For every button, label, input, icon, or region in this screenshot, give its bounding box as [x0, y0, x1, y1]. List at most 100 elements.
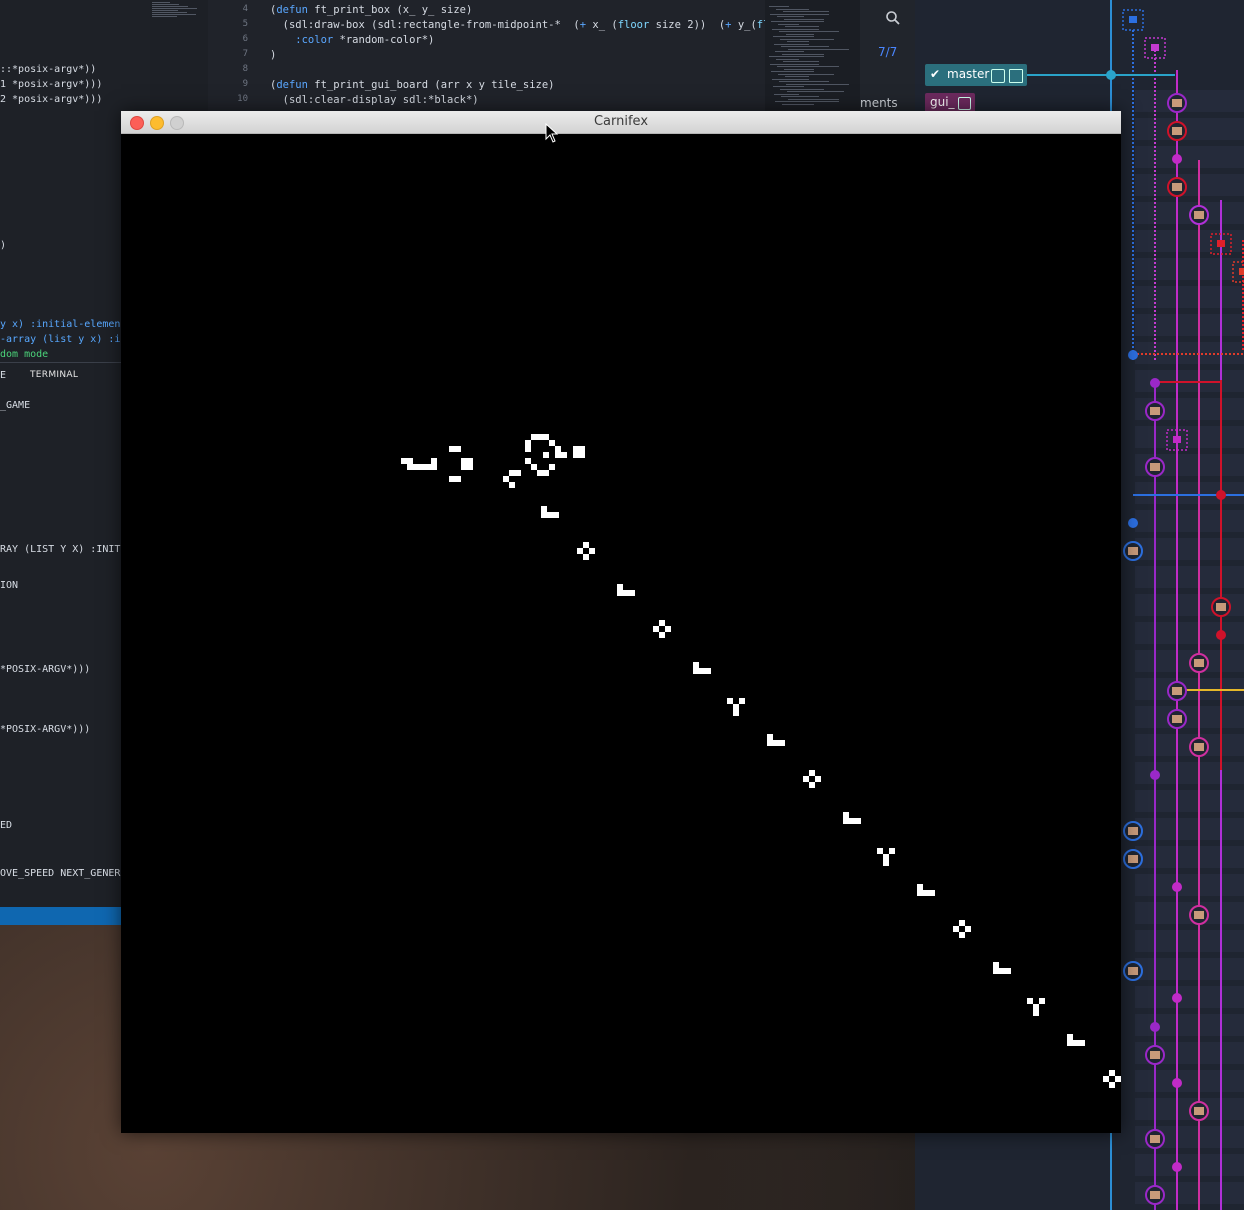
minimap-line: [776, 8, 809, 10]
code-line: (sdl:draw-box (sdl:rectangle-from-midpoi…: [270, 19, 765, 31]
minimap-line: [770, 63, 819, 65]
live-cell: [693, 668, 699, 674]
commit-dot: [1150, 770, 1160, 780]
commit-dot: [1172, 993, 1182, 1003]
carnifex-window[interactable]: Carnifex: [121, 111, 1121, 1133]
live-cell: [705, 668, 711, 674]
minimap-line: [777, 16, 804, 17]
live-cell: [733, 710, 739, 716]
minimap-line: [785, 76, 809, 77]
author-avatar-face: [1194, 211, 1204, 219]
minimap-line: [783, 11, 829, 12]
commit-row: [1135, 958, 1244, 980]
commit-row: [1135, 538, 1244, 560]
commit-dot: [1106, 70, 1116, 80]
live-cell: [515, 470, 521, 476]
author-avatar-face: [1150, 1051, 1160, 1059]
commit-row: [1135, 874, 1244, 896]
code-line: ): [270, 49, 277, 61]
window-titlebar[interactable]: Carnifex: [121, 111, 1121, 134]
terminal-line: ION: [0, 580, 19, 591]
mouse-cursor-icon: [545, 123, 559, 143]
commit-row: [1135, 258, 1244, 280]
commit-row: [1135, 818, 1244, 840]
live-cell: [543, 452, 549, 458]
live-cell: [455, 446, 461, 452]
live-cell: [431, 464, 437, 470]
minimap-line: [782, 53, 824, 55]
lock-icon: [1151, 44, 1159, 51]
commit-dot: [1150, 1022, 1160, 1032]
live-cell: [1109, 1082, 1115, 1088]
live-cell: [767, 740, 773, 746]
author-avatar-face: [1128, 827, 1138, 835]
editor-minimap-left: [150, 0, 208, 112]
live-cell: [467, 464, 473, 470]
live-cell: [1039, 998, 1045, 1004]
commit-row: [1135, 1154, 1244, 1176]
terminal-line: *POSIX-ARGV*))): [0, 724, 91, 735]
live-cell: [965, 926, 971, 932]
branch-name: master: [947, 67, 990, 81]
commit-dot: [1128, 518, 1138, 528]
minimap-line: [788, 98, 839, 100]
live-cell: [883, 860, 889, 866]
live-cell: [543, 470, 549, 476]
terminal-line: ::*posix-argv*)): [0, 64, 97, 75]
commit-row: [1135, 314, 1244, 336]
live-cell: [815, 776, 821, 782]
minimap-line: [774, 93, 799, 95]
live-cell: [1079, 1040, 1085, 1046]
branch-label-gui[interactable]: gui_: [925, 93, 975, 113]
live-cell: [959, 932, 965, 938]
commit-row: [1135, 118, 1244, 140]
minimap-line: [152, 4, 179, 5]
author-avatar-face: [1150, 407, 1160, 415]
live-cell: [589, 548, 595, 554]
search-icon[interactable]: [885, 10, 901, 26]
minimap-line: [786, 33, 814, 35]
author-avatar-face: [1172, 127, 1182, 135]
terminal-line: y x) :initial-elemen: [0, 319, 121, 330]
terminal-line: RAY (LIST Y X) :INIT: [0, 544, 121, 555]
branch-label-master[interactable]: ✔ master: [925, 64, 1027, 86]
live-cell: [739, 698, 745, 704]
game-of-life-board[interactable]: [121, 134, 1121, 1133]
minimap-line: [788, 48, 849, 50]
terminal-line: -array (list y x) :in: [0, 334, 127, 345]
lock-icon: [1129, 16, 1137, 23]
code-editor[interactable]: 4 (defun ft_print_box (x_ y_ size) 5 (sdl:…: [150, 0, 765, 112]
commit-row: [1135, 986, 1244, 1008]
minimap-line: [772, 28, 819, 30]
tab-terminal[interactable]: TERMINAL: [30, 370, 78, 380]
author-avatar-face: [1194, 743, 1204, 751]
author-avatar-face: [1172, 687, 1182, 695]
minimap-line: [152, 16, 177, 17]
minimap-line: [776, 58, 799, 60]
author-avatar-face: [1172, 99, 1182, 107]
code-line: (defun ft_print_box (x_ y_ size): [270, 4, 473, 16]
minimap-line: [769, 56, 824, 57]
author-avatar-face: [1194, 911, 1204, 919]
live-cell: [549, 464, 555, 470]
live-cell: [579, 452, 585, 458]
live-cell: [455, 476, 461, 482]
minimap-line: [152, 10, 178, 11]
minimap-line: [773, 86, 804, 87]
editor-minimap[interactable]: [765, 0, 860, 112]
minimap-line: [778, 73, 834, 75]
lock-icon: [1239, 268, 1244, 275]
live-cell: [665, 626, 671, 632]
live-cell: [809, 782, 815, 788]
branch-name: gui_: [930, 95, 955, 109]
minimap-line: [779, 31, 839, 32]
live-cell: [561, 452, 567, 458]
minimap-line: [777, 66, 839, 67]
commit-row: [1135, 566, 1244, 588]
terminal-line: OVE_SPEED NEXT_GENER: [0, 868, 121, 879]
commit-dot: [1172, 154, 1182, 164]
line-number: 7: [242, 49, 248, 59]
live-cell: [541, 512, 547, 518]
line-number: 5: [242, 19, 248, 29]
terminal-line: dom mode: [0, 349, 49, 360]
